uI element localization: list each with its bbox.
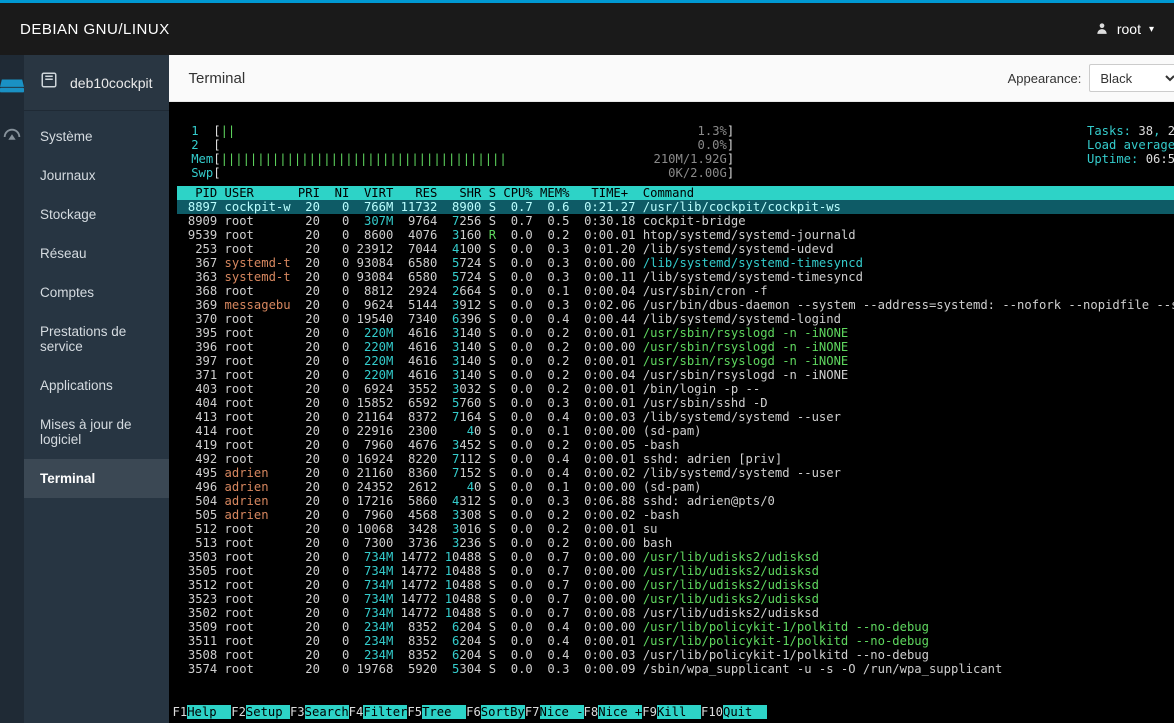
meters-right: Tasks: 38, 21 thr; 1 running Load averag… bbox=[1087, 124, 1174, 180]
sidebar-item-applications[interactable]: Applications bbox=[24, 366, 169, 405]
server-icon[interactable] bbox=[0, 73, 24, 97]
host-name: deb10cockpit bbox=[70, 75, 153, 91]
header: DEBIAN GNU/LINUX root ▾ bbox=[0, 3, 1174, 55]
process-row[interactable]: 496 adrien 20 0 24352 2612 40 S 0.0 0.1 … bbox=[177, 480, 1174, 494]
process-row[interactable]: 512 root 20 0 10068 3428 3016 S 0.0 0.2 … bbox=[177, 522, 1174, 536]
process-list: 8909 root 20 0 307M 9764 7256 S 0.7 0.5 … bbox=[177, 214, 1174, 676]
appearance-select[interactable]: Black bbox=[1089, 64, 1174, 92]
process-row[interactable]: 3512 root 20 0 734M 14772 10488 S 0.0 0.… bbox=[177, 578, 1174, 592]
user-name: root bbox=[1117, 21, 1141, 37]
process-row[interactable]: 414 root 20 0 22916 2300 40 S 0.0 0.1 0:… bbox=[177, 424, 1174, 438]
process-selected[interactable]: 8897 cockpit-w 20 0 766M 11732 8900 S 0.… bbox=[177, 200, 1174, 214]
process-row[interactable]: 367 systemd-t 20 0 93084 6580 5724 S 0.0… bbox=[177, 256, 1174, 270]
process-row[interactable]: 369 messagebu 20 0 9624 5144 3912 S 0.0 … bbox=[177, 298, 1174, 312]
sidebar-item-stockage[interactable]: Stockage bbox=[24, 195, 169, 234]
nav: SystèmeJournauxStockageRéseauComptesPres… bbox=[24, 111, 169, 498]
process-row[interactable]: 3511 root 20 0 234M 8352 6204 S 0.0 0.4 … bbox=[177, 634, 1174, 648]
dashboard-icon[interactable] bbox=[0, 125, 24, 149]
sidebar-item-système[interactable]: Système bbox=[24, 117, 169, 156]
process-row[interactable]: 505 adrien 20 0 7960 4568 3308 S 0.0 0.2… bbox=[177, 508, 1174, 522]
user-icon bbox=[1095, 21, 1109, 38]
sidebar: deb10cockpit SystèmeJournauxStockageRése… bbox=[24, 55, 169, 723]
process-row[interactable]: 404 root 20 0 15852 6592 5760 S 0.0 0.3 … bbox=[177, 396, 1174, 410]
process-row[interactable]: 3505 root 20 0 734M 14772 10488 S 0.0 0.… bbox=[177, 564, 1174, 578]
terminal[interactable]: 1 [|| 1.3%] 2 [ 0.0%] Mem[||||||||||||||… bbox=[169, 102, 1174, 723]
sidebar-item-comptes[interactable]: Comptes bbox=[24, 273, 169, 312]
content-header: Terminal Appearance: Black Réinitialiser bbox=[169, 55, 1174, 102]
process-row[interactable]: 3574 root 20 0 19768 5920 5304 S 0.0 0.3… bbox=[177, 662, 1174, 676]
process-row[interactable]: 253 root 20 0 23912 7044 4100 S 0.0 0.3 … bbox=[177, 242, 1174, 256]
process-row[interactable]: 3508 root 20 0 234M 8352 6204 S 0.0 0.4 … bbox=[177, 648, 1174, 662]
process-row[interactable]: 3503 root 20 0 734M 14772 10488 S 0.0 0.… bbox=[177, 550, 1174, 564]
process-row[interactable]: 9539 root 20 0 8600 4076 3160 R 0.0 0.2 … bbox=[177, 228, 1174, 242]
fn-bar[interactable]: F1Help F2Setup F3SearchF4FilterF5Tree F6… bbox=[169, 704, 1174, 723]
process-row[interactable]: 495 adrien 20 0 21160 8360 7152 S 0.0 0.… bbox=[177, 466, 1174, 480]
host-icon bbox=[40, 71, 58, 94]
appearance-group: Appearance: Black Réinitialiser bbox=[1008, 64, 1174, 92]
process-row[interactable]: 363 systemd-t 20 0 93084 6580 5724 S 0.0… bbox=[177, 270, 1174, 284]
process-row[interactable]: 396 root 20 0 220M 4616 3140 S 0.0 0.2 0… bbox=[177, 340, 1174, 354]
sidebar-item-prestations-de-service[interactable]: Prestations de service bbox=[24, 312, 169, 366]
user-menu[interactable]: root ▾ bbox=[1095, 21, 1154, 38]
process-row[interactable]: 397 root 20 0 220M 4616 3140 S 0.0 0.2 0… bbox=[177, 354, 1174, 368]
host-row[interactable]: deb10cockpit bbox=[24, 55, 169, 111]
sidebar-item-terminal[interactable]: Terminal bbox=[24, 459, 169, 498]
sidebar-item-réseau[interactable]: Réseau bbox=[24, 234, 169, 273]
process-row[interactable]: 8909 root 20 0 307M 9764 7256 S 0.7 0.5 … bbox=[177, 214, 1174, 228]
process-row[interactable]: 419 root 20 0 7960 4676 3452 S 0.0 0.2 0… bbox=[177, 438, 1174, 452]
process-row[interactable]: 3502 root 20 0 734M 14772 10488 S 0.0 0.… bbox=[177, 606, 1174, 620]
process-row[interactable]: 371 root 20 0 220M 4616 3140 S 0.0 0.2 0… bbox=[177, 368, 1174, 382]
content: Terminal Appearance: Black Réinitialiser… bbox=[169, 55, 1174, 723]
process-header: PID USER PRI NI VIRT RES SHR S CPU% MEM%… bbox=[177, 186, 1174, 200]
process-row[interactable]: 492 root 20 0 16924 8220 7112 S 0.0 0.4 … bbox=[177, 452, 1174, 466]
os-title: DEBIAN GNU/LINUX bbox=[20, 21, 170, 38]
process-row[interactable]: 3509 root 20 0 234M 8352 6204 S 0.0 0.4 … bbox=[177, 620, 1174, 634]
meters-left: 1 [|| 1.3%] 2 [ 0.0%] Mem[||||||||||||||… bbox=[177, 124, 735, 180]
process-row[interactable]: 368 root 20 0 8812 2924 2664 S 0.0 0.1 0… bbox=[177, 284, 1174, 298]
process-row[interactable]: 3523 root 20 0 734M 14772 10488 S 0.0 0.… bbox=[177, 592, 1174, 606]
process-row[interactable]: 403 root 20 0 6924 3552 3032 S 0.0 0.2 0… bbox=[177, 382, 1174, 396]
process-row[interactable]: 513 root 20 0 7300 3736 3236 S 0.0 0.2 0… bbox=[177, 536, 1174, 550]
appearance-label: Appearance: bbox=[1008, 71, 1082, 86]
chevron-down-icon: ▾ bbox=[1149, 24, 1154, 35]
sidebar-item-mises-à-jour-de-logiciel[interactable]: Mises à jour de logiciel bbox=[24, 405, 169, 459]
rail bbox=[0, 55, 24, 723]
process-row[interactable]: 504 adrien 20 0 17216 5860 4312 S 0.0 0.… bbox=[177, 494, 1174, 508]
process-row[interactable]: 413 root 20 0 21164 8372 7164 S 0.0 0.4 … bbox=[177, 410, 1174, 424]
sidebar-item-journaux[interactable]: Journaux bbox=[24, 156, 169, 195]
page-title: Terminal bbox=[189, 70, 246, 87]
process-row[interactable]: 370 root 20 0 19540 7340 6396 S 0.0 0.4 … bbox=[177, 312, 1174, 326]
process-row[interactable]: 395 root 20 0 220M 4616 3140 S 0.0 0.2 0… bbox=[177, 326, 1174, 340]
